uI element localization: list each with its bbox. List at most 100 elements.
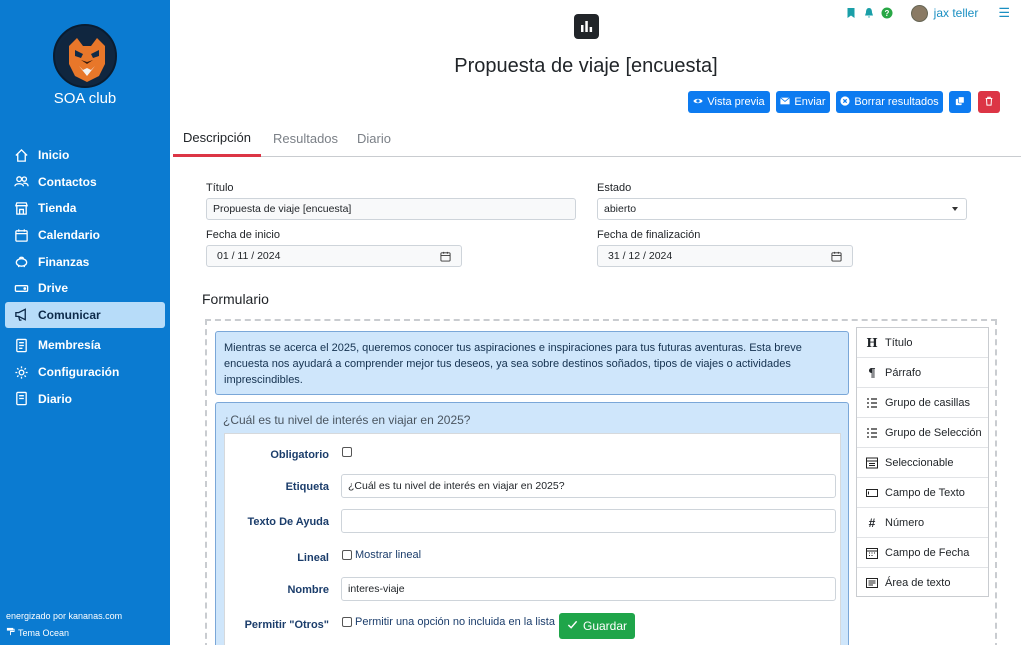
help-icon[interactable]: ? — [881, 7, 893, 19]
palette-item-radio-group[interactable]: Grupo de Selección — [857, 418, 988, 448]
sidebar-item-contactos[interactable]: Contactos — [5, 169, 165, 196]
palette-item-title[interactable]: H Título — [857, 328, 988, 358]
eye-icon — [693, 96, 703, 109]
preview-button-label: Vista previa — [707, 96, 765, 108]
tabs: Descripción Resultados Diario — [173, 120, 1021, 157]
palette-item-label: Campo de Fecha — [885, 546, 970, 559]
title-label: Título — [206, 182, 234, 194]
bell-icon[interactable] — [863, 7, 875, 19]
required-checkbox[interactable] — [342, 447, 352, 457]
title-input[interactable]: Propuesta de viaje [encuesta] — [206, 198, 576, 220]
sidebar-item-label: Drive — [38, 281, 69, 296]
theme-selector[interactable]: Tema Ocean — [6, 627, 69, 638]
number-icon: # — [868, 515, 876, 530]
help-text-input[interactable] — [341, 509, 836, 533]
inline-option-label[interactable]: Mostrar lineal — [355, 549, 421, 561]
bookmark-icon[interactable] — [845, 7, 857, 19]
clear-circle-icon — [840, 95, 850, 109]
calendar-icon[interactable] — [440, 251, 451, 262]
save-button[interactable]: Guardar — [559, 613, 635, 639]
envelope-icon — [780, 96, 791, 109]
paint-roller-icon — [6, 627, 15, 638]
title-input-value: Propuesta de viaje [encuesta] — [213, 203, 352, 215]
field-palette: H Título ¶ Párrafo Grupo de casillas Gru… — [856, 327, 989, 597]
palette-item-select[interactable]: Seleccionable — [857, 448, 988, 478]
start-date-value: 01 / 11 / 2024 — [217, 250, 281, 262]
megaphone-icon — [13, 307, 29, 323]
send-button[interactable]: Enviar — [776, 91, 830, 113]
end-date-input[interactable]: 31 / 12 / 2024 — [597, 245, 853, 267]
select-icon — [866, 457, 878, 469]
tab-resultados[interactable]: Resultados — [273, 120, 338, 157]
calendar-icon — [13, 227, 29, 243]
clear-results-button[interactable]: Borrar resultados — [836, 91, 943, 113]
inline-checkbox[interactable] — [342, 550, 352, 560]
tab-descripcion[interactable]: Descripción — [173, 120, 261, 157]
allow-other-label: Permitir "Otros" — [244, 619, 329, 631]
name-input[interactable]: interes-viaje — [341, 577, 836, 601]
powered-by[interactable]: energizado por kananas.com — [6, 611, 122, 621]
duplicate-button[interactable] — [949, 91, 971, 113]
send-button-label: Enviar — [794, 96, 826, 108]
end-date-label: Fecha de finalización — [597, 229, 701, 241]
palette-item-text-field[interactable]: Campo de Texto — [857, 478, 988, 508]
sidebar: SOA club Inicio Contactos Tienda Calenda… — [0, 0, 170, 645]
palette-item-label: Seleccionable — [885, 456, 954, 469]
sidebar-item-comunicar[interactable]: Comunicar — [5, 301, 165, 329]
label-field-label: Etiqueta — [285, 481, 329, 493]
svg-text:?: ? — [884, 9, 889, 18]
sidebar-item-membresia[interactable]: Membresía — [5, 332, 165, 359]
palette-item-number[interactable]: # Número — [857, 508, 988, 538]
allow-other-checkbox[interactable] — [342, 617, 352, 627]
sidebar-item-label: Contactos — [38, 174, 97, 189]
sidebar-item-label: Comunicar — [38, 307, 101, 322]
home-icon — [13, 147, 29, 163]
sidebar-item-finanzas[interactable]: Finanzas — [5, 248, 165, 275]
sidebar-item-calendario[interactable]: Calendario — [5, 222, 165, 249]
sidebar-item-label: Calendario — [38, 228, 101, 243]
palette-item-date-field[interactable]: Campo de Fecha — [857, 538, 988, 568]
radio-group-icon — [866, 427, 878, 439]
sidebar-item-configuracion[interactable]: Configuración — [5, 359, 165, 386]
intro-text: Mientras se acerca el 2025, queremos con… — [224, 342, 802, 386]
sidebar-item-label: Membresía — [38, 338, 101, 353]
sidebar-item-inicio[interactable]: Inicio — [5, 142, 165, 169]
tab-diario[interactable]: Diario — [357, 120, 391, 157]
palette-item-label: Grupo de casillas — [885, 396, 970, 409]
palette-item-label: Grupo de Selección — [885, 426, 982, 439]
palette-item-label: Campo de Texto — [885, 486, 965, 499]
allow-other-option-label[interactable]: Permitir una opción no incluida en la li… — [355, 616, 555, 628]
copy-icon — [955, 96, 965, 109]
text-field-icon — [866, 487, 878, 499]
label-input-value: ¿Cuál es tu nivel de interés en viajar e… — [348, 480, 565, 492]
calendar-icon[interactable] — [831, 251, 842, 262]
user-name[interactable]: jax teller — [934, 6, 979, 20]
menu-icon[interactable]: ☰ — [998, 5, 1010, 21]
shop-icon — [13, 200, 29, 216]
sidebar-item-diario[interactable]: Diario — [5, 385, 165, 412]
palette-item-checkbox-group[interactable]: Grupo de casillas — [857, 388, 988, 418]
avatar[interactable] — [910, 4, 928, 22]
preview-button[interactable]: Vista previa — [688, 91, 770, 113]
sidebar-nav: Inicio Contactos Tienda Calendario Finan… — [5, 142, 165, 412]
palette-item-paragraph[interactable]: ¶ Párrafo — [857, 358, 988, 388]
help-text-label: Texto De Ayuda — [247, 516, 330, 528]
status-label: Estado — [597, 182, 632, 194]
start-date-input[interactable]: 01 / 11 / 2024 — [206, 245, 462, 267]
trash-icon — [984, 96, 994, 109]
palette-item-label: Título — [885, 336, 913, 349]
chevron-down-icon — [952, 207, 958, 211]
label-input[interactable]: ¿Cuál es tu nivel de interés en viajar e… — [341, 474, 836, 498]
piggy-bank-icon — [13, 254, 29, 270]
delete-button[interactable] — [978, 91, 1000, 113]
sidebar-item-label: Tienda — [38, 201, 77, 216]
sidebar-item-tienda[interactable]: Tienda — [5, 195, 165, 222]
users-icon — [13, 174, 29, 190]
form-section-title: Formulario — [202, 291, 269, 307]
intro-paragraph-block[interactable]: Mientras se acerca el 2025, queremos con… — [215, 331, 849, 395]
palette-item-textarea[interactable]: Área de texto — [857, 568, 988, 598]
question-settings-panel — [224, 433, 841, 645]
status-select[interactable]: abierto — [597, 198, 967, 220]
club-logo[interactable] — [53, 24, 117, 88]
sidebar-item-drive[interactable]: Drive — [5, 275, 165, 302]
